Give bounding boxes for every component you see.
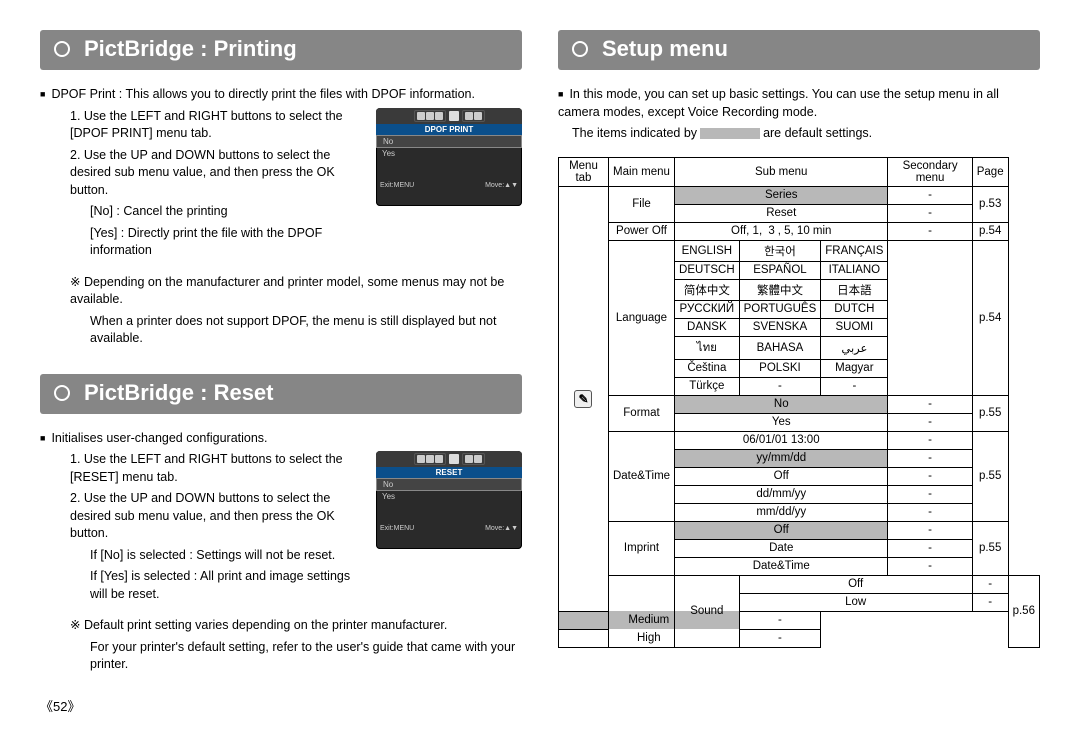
sub-file-series: Series — [675, 186, 888, 204]
heading-pictbridge-printing: PictBridge : Printing — [40, 30, 522, 70]
dpof-step-2: Use the UP and DOWN buttons to select th… — [70, 147, 366, 200]
table-header: Menu tab Main menu Sub menu Secondary me… — [559, 157, 1040, 186]
main-file: File — [608, 186, 674, 222]
setup-tab-icon: ✎ — [574, 390, 592, 408]
setup-menu-table: Menu tab Main menu Sub menu Secondary me… — [558, 157, 1040, 648]
main-language: Language — [608, 240, 674, 395]
main-format: Format — [608, 395, 674, 431]
sub-file-reset: Reset — [675, 204, 888, 222]
reset-note-1: Default print setting varies depending o… — [70, 617, 522, 635]
dpof-no: [No] : Cancel the printing — [90, 203, 366, 221]
reset-note-2: For your printer's default setting, refe… — [90, 639, 522, 674]
camera-menu-mock-reset: RESET No Yes Exit:MENUMove:▲▼ — [376, 451, 522, 549]
legend-highlight-box — [700, 128, 760, 139]
dpof-step-1: Use the LEFT and RIGHT buttons to select… — [70, 108, 366, 143]
main-poweroff: Power Off — [608, 222, 674, 240]
printer-icon — [449, 111, 459, 121]
setup-intro: In this mode, you can set up basic setti… — [558, 86, 1040, 121]
reset-intro: Initialises user-changed configurations. — [40, 430, 522, 448]
heading-setup-menu: Setup menu — [558, 30, 1040, 70]
dpof-note-1: Depending on the manufacturer and printe… — [70, 274, 522, 309]
sub-poweroff: Off, 1, 3, 5, 10 min — [675, 222, 888, 240]
mock-row-yes: Yes — [376, 148, 522, 159]
mock-title-reset: RESET — [376, 467, 522, 478]
setup-legend: The items indicated byare default settin… — [572, 125, 1040, 143]
menutab-cell: ✎ — [559, 186, 609, 611]
dpof-yes: [Yes] : Directly print the file with the… — [90, 225, 366, 260]
reset-step-1: Use the LEFT and RIGHT buttons to select… — [70, 451, 366, 486]
mock-title-dpof: DPOF PRINT — [376, 124, 522, 135]
reset-step-2: Use the UP and DOWN buttons to select th… — [70, 490, 366, 543]
reset-icon — [449, 454, 459, 464]
mock-reset-no: No — [376, 478, 522, 491]
mock-reset-yes: Yes — [376, 491, 522, 502]
reset-yes: If [Yes] is selected : All print and ima… — [90, 568, 366, 603]
reset-no: If [No] is selected : Settings will not … — [90, 547, 366, 565]
main-imprint: Imprint — [608, 521, 674, 575]
camera-menu-mock-dpof: DPOF PRINT No Yes Exit:MENUMove:▲▼ — [376, 108, 522, 206]
main-datetime: Date&Time — [608, 431, 674, 521]
page-number: 《52》 — [40, 696, 522, 715]
dpof-note-2: When a printer does not support DPOF, th… — [90, 313, 522, 348]
dpof-intro: DPOF Print : This allows you to directly… — [40, 86, 522, 104]
heading-pictbridge-reset: PictBridge : Reset — [40, 374, 522, 414]
mock-row-no: No — [376, 135, 522, 148]
